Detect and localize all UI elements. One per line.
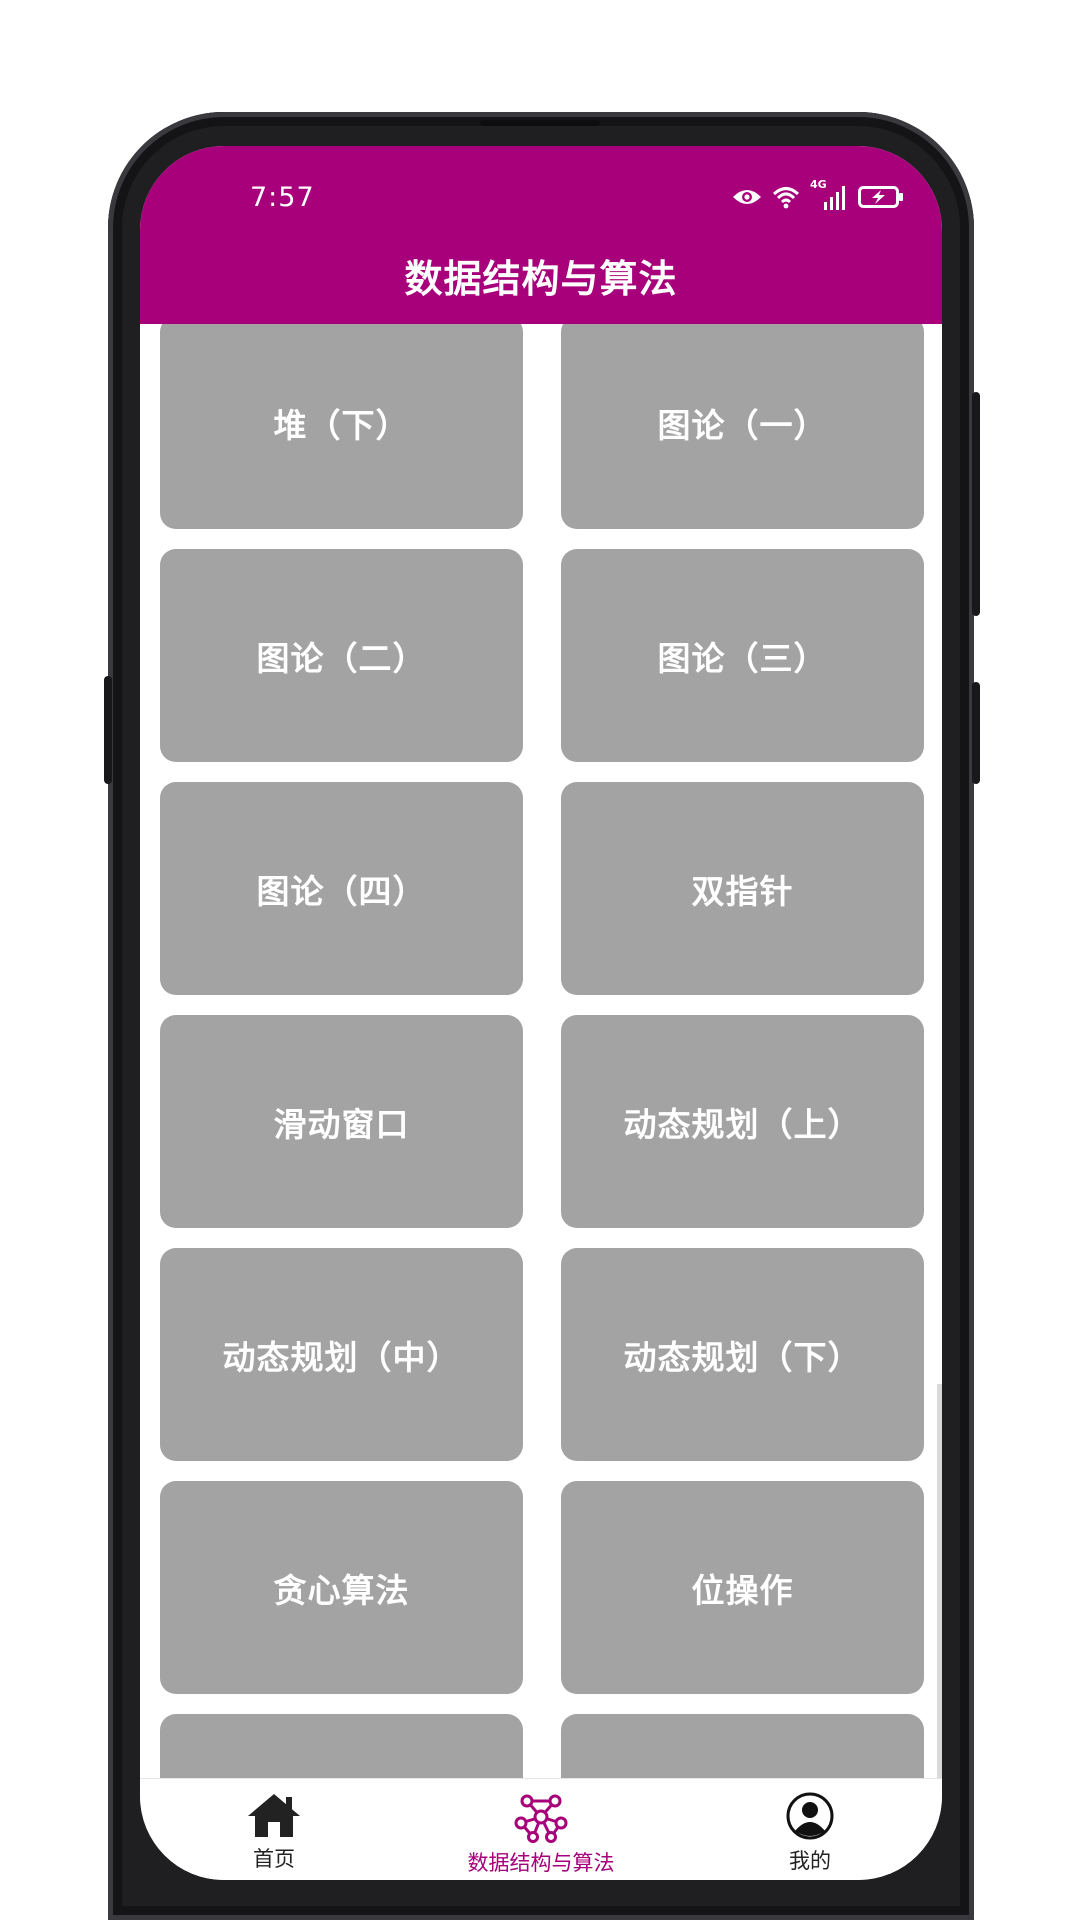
user-icon [786,1792,834,1840]
topic-card[interactable]: 双指针 [561,782,924,995]
topic-card[interactable] [561,1714,924,1778]
topic-list[interactable]: 堆（下） 图论（一） 图论（二） 图论（三） 图论（四） 双指针 滑动窗口 动态… [140,324,942,1778]
nav-item-profile[interactable]: 我的 [760,1791,860,1875]
nav-item-home[interactable]: 首页 [224,1791,324,1873]
eye-icon [733,190,761,204]
battery-charging-icon [858,186,903,208]
status-time: 7:57 [250,182,315,213]
wifi-icon [772,187,800,209]
topic-card[interactable]: 图论（三） [561,549,924,762]
topic-card[interactable] [160,1714,523,1778]
left-side-button [104,676,112,784]
nav-label-algorithms: 数据结构与算法 [467,1851,615,1875]
topic-card[interactable]: 动态规划（下） [561,1248,924,1461]
speaker-slot [480,120,600,126]
nav-label-profile: 我的 [789,1849,831,1873]
topic-card[interactable]: 动态规划（上） [561,1015,924,1228]
topic-card[interactable]: 图论（二） [160,549,523,762]
signal-icon [824,186,845,210]
topic-card[interactable]: 图论（一） [561,324,924,529]
phone-screen: 7:57 4G 数据结构与算法 堆（下） 图论（一） 图论（二） 图论（三） 图… [140,146,942,1880]
topic-card[interactable]: 图论（四） [160,782,523,995]
nav-label-home: 首页 [253,1847,295,1871]
screenshot-stage: 7:57 4G 数据结构与算法 堆（下） 图论（一） 图论（二） 图论（三） 图… [0,0,1080,1920]
topic-card[interactable]: 滑动窗口 [160,1015,523,1228]
page-title: 数据结构与算法 [404,257,678,301]
cell-signal: 4G [810,178,848,212]
topic-card[interactable]: 动态规划（中） [160,1248,523,1461]
topic-card[interactable]: 位操作 [561,1481,924,1694]
bottom-navigation: 首页 数据结构与算法 我的 [140,1778,942,1880]
topic-grid: 堆（下） 图论（一） 图论（二） 图论（三） 图论（四） 双指针 滑动窗口 动态… [160,324,924,1778]
volume-button [972,682,980,784]
topic-card[interactable]: 贪心算法 [160,1481,523,1694]
network-icon [514,1794,568,1843]
app-bar: 7:57 4G 数据结构与算法 [140,146,942,324]
nav-item-algorithms[interactable]: 数据结构与算法 [446,1791,636,1877]
topic-card[interactable]: 堆（下） [160,324,523,529]
status-icons: 4G [732,178,904,212]
home-icon [248,1794,300,1837]
power-button [972,392,980,616]
scrollbar[interactable] [937,1384,942,1778]
